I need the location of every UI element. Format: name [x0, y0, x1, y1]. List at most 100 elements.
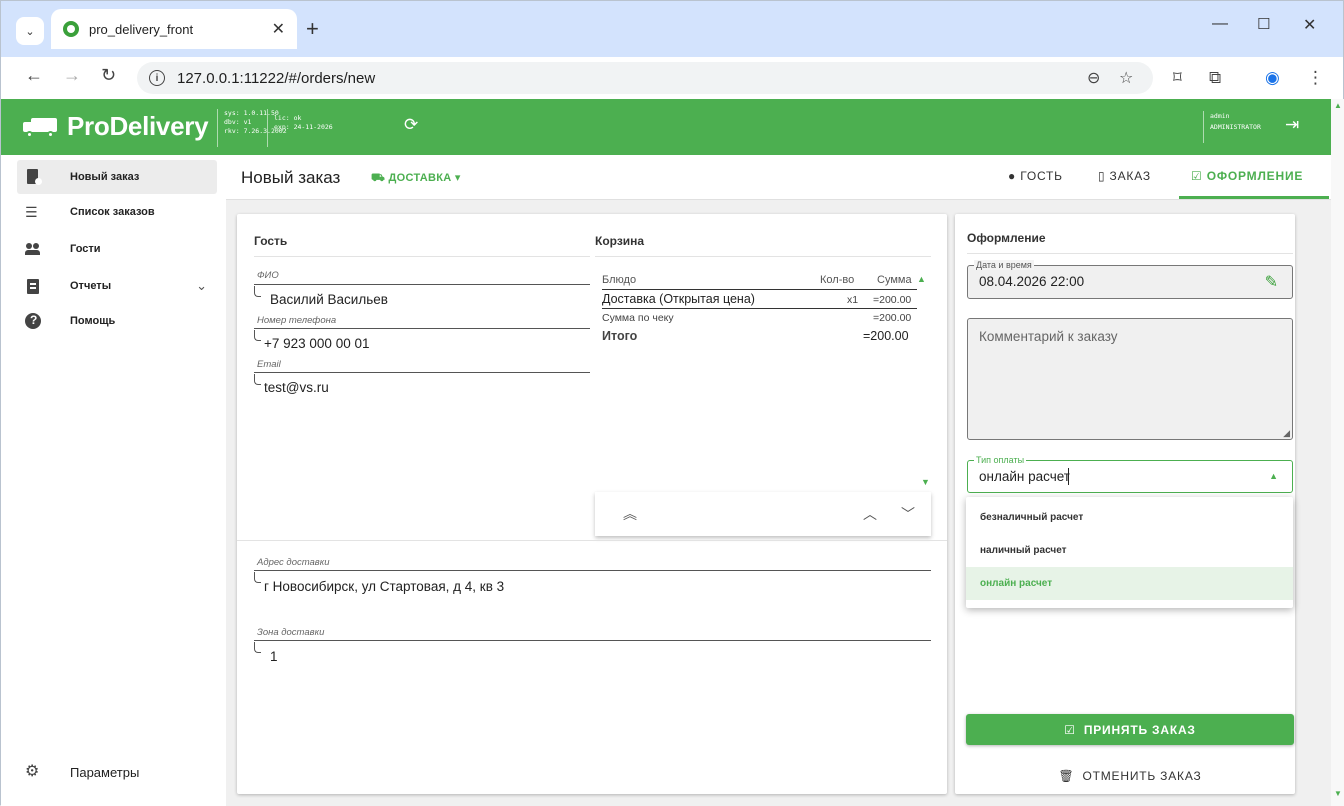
- datetime-field[interactable]: Дата и время 08.04.2026 22:00 ✎: [967, 260, 1293, 299]
- close-window-button[interactable]: ✕: [1303, 15, 1316, 35]
- sidebar-item-help[interactable]: ? Помощь: [17, 304, 217, 338]
- help-icon: ?: [25, 313, 41, 329]
- tab-label: ОФОРМЛЕНИЕ: [1206, 169, 1304, 183]
- refresh-icon[interactable]: ⟳: [404, 115, 418, 135]
- menu-item-online[interactable]: онлайн расчет: [966, 567, 1293, 600]
- back-button[interactable]: ←: [25, 65, 43, 86]
- address-input[interactable]: г Новосибирск, ул Стартовая, д 4, кв 3: [264, 579, 504, 594]
- bookmark-star-icon[interactable]: ☆: [1119, 68, 1133, 88]
- tab-guest[interactable]: ● ГОСТЬ: [1008, 169, 1063, 183]
- cart-section-title: Корзина: [595, 234, 645, 248]
- browser-tab[interactable]: pro_delivery_front ✕: [51, 9, 297, 49]
- url-text: 127.0.0.1:11222/#/orders/new: [177, 69, 376, 87]
- sidebar-item-label: Гости: [70, 243, 101, 255]
- fio-underline: [254, 284, 590, 285]
- favicon-icon: [63, 21, 79, 37]
- zone-underline: [254, 640, 931, 641]
- maximize-button[interactable]: ☐: [1257, 15, 1270, 33]
- scroll-up-arrow-icon[interactable]: ▲: [1334, 101, 1342, 110]
- tab-search-button[interactable]: ⌄: [16, 17, 44, 45]
- cart-col-dish: Блюдо: [602, 274, 637, 286]
- menu-dots-icon[interactable]: ⋮: [1307, 68, 1324, 88]
- chevron-down-icon[interactable]: ﹀: [901, 504, 915, 524]
- tab-strip: ⌄ pro_delivery_front ✕ + — ☐ ✕: [1, 1, 1343, 57]
- accept-order-button[interactable]: ☑ ПРИНЯТЬ ЗАКАЗ: [966, 714, 1294, 745]
- tab-checkout[interactable]: ☑ ОФОРМЛЕНИЕ: [1191, 169, 1303, 183]
- total-value: =200.00: [863, 329, 909, 343]
- cart-header-line: [602, 289, 917, 290]
- check-sum-label: Сумма по чеку: [602, 312, 674, 324]
- double-chevron-up-icon[interactable]: ︽: [623, 504, 637, 524]
- delivery-type-dropdown[interactable]: ⛟ ДОСТАВКА ▾: [371, 171, 461, 186]
- email-label: Email: [257, 359, 281, 370]
- zoom-icon[interactable]: ⊖: [1087, 68, 1100, 88]
- forward-button[interactable]: →: [63, 65, 81, 86]
- comment-textarea[interactable]: Комментарий к заказу ◢: [967, 318, 1293, 440]
- caret-up-icon[interactable]: ▲: [1269, 471, 1278, 481]
- pencil-icon[interactable]: ✎: [1265, 272, 1278, 292]
- tab-order[interactable]: ▯ ЗАКАЗ: [1098, 169, 1151, 183]
- payment-type-select[interactable]: Тип оплаты онлайн расчет ▲: [967, 455, 1293, 493]
- menu-item-cash[interactable]: наличный расчет: [966, 534, 1293, 567]
- license-status: lic: ok: [274, 114, 302, 122]
- cancel-order-button[interactable]: 🗑 ОТМЕНИТЬ ЗАКАЗ: [966, 761, 1294, 791]
- minimize-button[interactable]: —: [1212, 15, 1228, 33]
- divider: [237, 540, 947, 541]
- datetime-label: Дата и время: [974, 260, 1034, 270]
- cart-row-line: [602, 308, 917, 309]
- guests-icon: [25, 241, 41, 257]
- sidebar-item-reports[interactable]: Отчеты ⌄: [17, 269, 217, 303]
- sidebar-item-orders-list[interactable]: ☰ Список заказов: [17, 195, 217, 229]
- sidebar-item-settings[interactable]: ⚙ Параметры: [17, 755, 217, 789]
- comment-placeholder: Комментарий к заказу: [979, 329, 1118, 344]
- fio-input[interactable]: Василий Васильев: [270, 292, 388, 307]
- sidebar-item-label: Параметры: [70, 764, 140, 780]
- email-input[interactable]: test@vs.ru: [264, 380, 329, 395]
- page-scrollbar[interactable]: ▲ ▼: [1331, 99, 1344, 806]
- sidebar-item-new-order[interactable]: Новый заказ: [17, 160, 217, 194]
- payment-type-label: Тип оплаты: [974, 455, 1027, 465]
- datetime-value: 08.04.2026 22:00: [979, 274, 1085, 289]
- extensions-icon[interactable]: ⧉: [1209, 68, 1221, 88]
- active-tab-indicator: [1179, 196, 1329, 199]
- divider: [967, 253, 1293, 254]
- sort-up-icon[interactable]: ▲: [917, 274, 926, 284]
- close-tab-icon[interactable]: ✕: [272, 19, 285, 39]
- address-bar[interactable]: i 127.0.0.1:11222/#/orders/new ⊖ ☆: [137, 62, 1153, 94]
- payment-type-menu: безналичный расчет наличный расчет онлай…: [966, 497, 1293, 608]
- screenshot-icon[interactable]: ⌑: [1173, 68, 1182, 88]
- reload-button[interactable]: ↻: [101, 65, 116, 86]
- text-cursor: [1068, 468, 1069, 485]
- cart-row-dish: Доставка (Открытая цена): [602, 292, 755, 306]
- scroll-down-arrow-icon[interactable]: ▼: [1334, 789, 1342, 798]
- phone-input[interactable]: +7 923 000 00 01: [264, 336, 369, 351]
- menu-item-cashless[interactable]: безналичный расчет: [966, 501, 1293, 534]
- chevron-down-icon[interactable]: ⌄: [196, 278, 207, 294]
- user-role: ADMINISTRATOR: [1210, 123, 1261, 131]
- site-info-icon[interactable]: i: [149, 70, 165, 86]
- order-details-card: Гость ФИО Василий Васильев Номер телефон…: [237, 214, 947, 794]
- guest-section-title: Гость: [254, 234, 288, 248]
- chevron-down-icon: ⌄: [25, 25, 35, 38]
- cancel-order-label: ОТМЕНИТЬ ЗАКАЗ: [1082, 769, 1202, 783]
- zone-input[interactable]: 1: [270, 649, 278, 664]
- logout-icon[interactable]: ⇥: [1285, 115, 1299, 135]
- profile-icon[interactable]: ◉: [1265, 68, 1280, 88]
- chevron-up-icon[interactable]: ︿: [863, 504, 877, 524]
- cart-col-sum: Сумма: [877, 274, 912, 286]
- new-tab-button[interactable]: +: [306, 16, 319, 42]
- cart-row-sum: =200.00: [873, 294, 912, 306]
- sidebar-item-guests[interactable]: Гости: [17, 232, 217, 266]
- app-header: ProDelivery sys: 1.0.11.50 dbv: v1 rkv: …: [1, 99, 1331, 155]
- divider: [595, 256, 931, 257]
- checklist-icon: ☑: [1064, 722, 1076, 737]
- zone-label: Зона доставки: [257, 627, 325, 638]
- resize-handle-icon[interactable]: ◢: [1283, 428, 1290, 439]
- new-order-icon: [25, 169, 42, 185]
- fio-label: ФИО: [257, 270, 279, 281]
- checklist-icon: ☑: [1191, 169, 1203, 183]
- divider: [254, 256, 590, 257]
- bookmark-icon: ▯: [1098, 169, 1106, 183]
- scroll-down-icon[interactable]: ▼: [921, 477, 930, 487]
- phone-label: Номер телефона: [257, 315, 337, 326]
